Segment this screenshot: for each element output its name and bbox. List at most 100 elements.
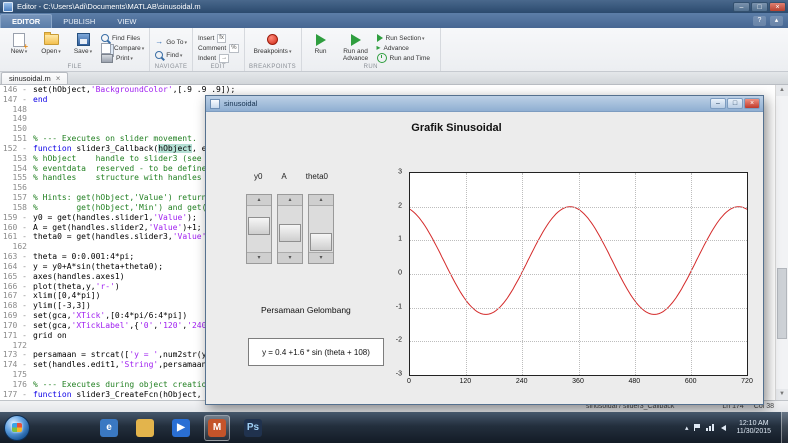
comment-percent-icon: % <box>229 44 238 53</box>
slider-y0[interactable]: ▴▾ <box>246 194 272 264</box>
figure-maximize-button[interactable]: □ <box>727 98 743 109</box>
figure-close-button[interactable]: × <box>744 98 760 109</box>
slider-thumb[interactable] <box>248 217 270 235</box>
run-and-time-button[interactable]: Run and Time <box>377 54 430 62</box>
ribbon-group-file: New Open Save Find Files Compare <box>0 28 150 71</box>
ribbon-tabstrip: EDITOR PUBLISH VIEW ? ▴ <box>0 13 788 28</box>
show-desktop-button[interactable] <box>781 412 788 443</box>
open-button[interactable]: Open <box>37 30 65 62</box>
matlab-editor-icon <box>3 2 13 12</box>
figure-window-icon <box>210 99 220 109</box>
slider-up-arrow-icon[interactable]: ▴ <box>309 195 333 206</box>
line-number: 175 <box>0 370 33 380</box>
y-tick-label: 3 <box>398 169 402 176</box>
slider-A[interactable]: ▴▾ <box>277 194 303 264</box>
line-number: 166 - <box>0 282 33 292</box>
line-number: 153 <box>0 154 33 164</box>
run-section-button[interactable]: Run Section <box>377 34 430 42</box>
slider-thumb[interactable] <box>310 233 332 251</box>
line-number: 151 <box>0 134 33 144</box>
scroll-up-icon[interactable]: ▲ <box>776 85 788 96</box>
editor-scrollbar[interactable]: ▲ ▼ <box>775 85 788 400</box>
line-number: 146 - <box>0 85 33 95</box>
breakpoints-button[interactable]: Breakpoints <box>253 30 293 62</box>
equation-textbox[interactable]: y = 0.4 +1.6 * sin (theta + 108) <box>248 338 384 366</box>
x-tick-labels: 0120240360480600720 <box>409 378 747 387</box>
indent-button[interactable]: Indent → <box>198 54 239 62</box>
figure-heading: Grafik Sinusoidal <box>206 122 707 134</box>
doc-tab-sinusoidal[interactable]: sinusoidal.m × <box>1 72 68 84</box>
media-player-icon-glyph: ▶ <box>172 419 190 437</box>
maximize-button[interactable]: □ <box>751 2 768 12</box>
network-icon[interactable] <box>706 424 715 431</box>
code-line[interactable]: 146 -set(hObject,'BackgroundColor',[.9 .… <box>0 85 775 95</box>
search-icon <box>101 34 109 42</box>
run-button[interactable]: Run <box>307 30 335 62</box>
plot-area <box>409 172 748 376</box>
matlab-icon[interactable]: M <box>204 415 230 441</box>
figure-canvas: Grafik Sinusoidal y0 A theta0 ▴▾▴▾▴▾ Per… <box>206 112 763 403</box>
run-and-advance-button[interactable]: Run and Advance <box>339 30 373 62</box>
close-button[interactable]: × <box>769 2 786 12</box>
windows-explorer-icon[interactable] <box>132 415 158 441</box>
compare-button[interactable]: Compare <box>101 44 144 52</box>
compare-docs-icon <box>101 43 111 54</box>
slider-labels: y0 A theta0 <box>254 172 328 181</box>
slider-up-arrow-icon[interactable]: ▴ <box>247 195 271 206</box>
y-tick-label: -3 <box>396 371 402 378</box>
x-tick-label: 360 <box>572 378 584 385</box>
tab-publish[interactable]: PUBLISH <box>52 15 106 28</box>
slider-down-arrow-icon[interactable]: ▾ <box>247 252 271 263</box>
indent-arrow-icon: → <box>219 54 229 63</box>
figure-window[interactable]: sinusoidal – □ × Grafik Sinusoidal y0 A … <box>205 95 764 405</box>
media-player-icon[interactable]: ▶ <box>168 415 194 441</box>
comment-button[interactable]: Comment % <box>198 44 239 52</box>
scroll-down-icon[interactable]: ▼ <box>776 389 788 400</box>
line-number: 158 <box>0 203 33 213</box>
hidden-icons-arrow[interactable]: ▴ <box>685 424 689 432</box>
scrollbar-thumb[interactable] <box>777 268 787 339</box>
tab-editor[interactable]: EDITOR <box>0 14 52 28</box>
collapse-ribbon-icon[interactable]: ▴ <box>770 16 783 26</box>
photoshop-icon[interactable]: Ps <box>240 415 266 441</box>
find-files-button[interactable]: Find Files <box>101 34 144 42</box>
goto-button[interactable]: → Go To <box>155 38 187 46</box>
tab-view[interactable]: VIEW <box>106 15 147 28</box>
internet-explorer-icon-glyph: e <box>100 419 118 437</box>
editor-window-titlebar[interactable]: Editor - C:\Users\Adi\Documents\MATLAB\s… <box>0 0 788 13</box>
new-file-icon <box>13 33 25 47</box>
slider-thumb[interactable] <box>279 224 301 242</box>
print-button[interactable]: Print <box>101 54 144 62</box>
doc-tab-close-icon[interactable]: × <box>56 75 61 83</box>
y-tick-label: 1 <box>398 236 402 243</box>
x-tick-label: 480 <box>628 378 640 385</box>
slider-down-arrow-icon[interactable]: ▾ <box>278 252 302 263</box>
find-button[interactable]: Find <box>155 51 187 59</box>
help-icon[interactable]: ? <box>753 16 766 26</box>
advance-icon: ▸ <box>377 44 381 52</box>
line-number: 167 - <box>0 291 33 301</box>
figure-minimize-button[interactable]: – <box>710 98 726 109</box>
line-number: 168 - <box>0 301 33 311</box>
x-tick-label: 720 <box>741 378 753 385</box>
volume-icon[interactable] <box>721 425 726 431</box>
minimize-button[interactable]: – <box>733 2 750 12</box>
slider-theta0[interactable]: ▴▾ <box>308 194 334 264</box>
start-button[interactable] <box>4 415 30 441</box>
action-center-flag-icon[interactable] <box>694 424 700 431</box>
internet-explorer-icon[interactable]: e <box>96 415 122 441</box>
printer-icon <box>101 54 113 63</box>
taskbar-clock[interactable]: 12:10 AM 11/30/2015 <box>732 420 775 436</box>
group-label-run: RUN <box>302 64 440 70</box>
ribbon-toolbar: New Open Save Find Files Compare <box>0 28 788 72</box>
slider-up-arrow-icon[interactable]: ▴ <box>278 195 302 206</box>
slider-down-arrow-icon[interactable]: ▾ <box>309 252 333 263</box>
gridline-horizontal <box>410 207 747 208</box>
advance-button[interactable]: ▸ Advance <box>377 44 430 52</box>
x-tick-label: 240 <box>516 378 528 385</box>
new-button[interactable]: New <box>5 30 33 62</box>
save-button[interactable]: Save <box>69 30 97 62</box>
figure-titlebar[interactable]: sinusoidal – □ × <box>206 96 763 112</box>
insert-button[interactable]: Insert fx <box>198 34 239 42</box>
clock-date: 11/30/2015 <box>736 428 771 435</box>
